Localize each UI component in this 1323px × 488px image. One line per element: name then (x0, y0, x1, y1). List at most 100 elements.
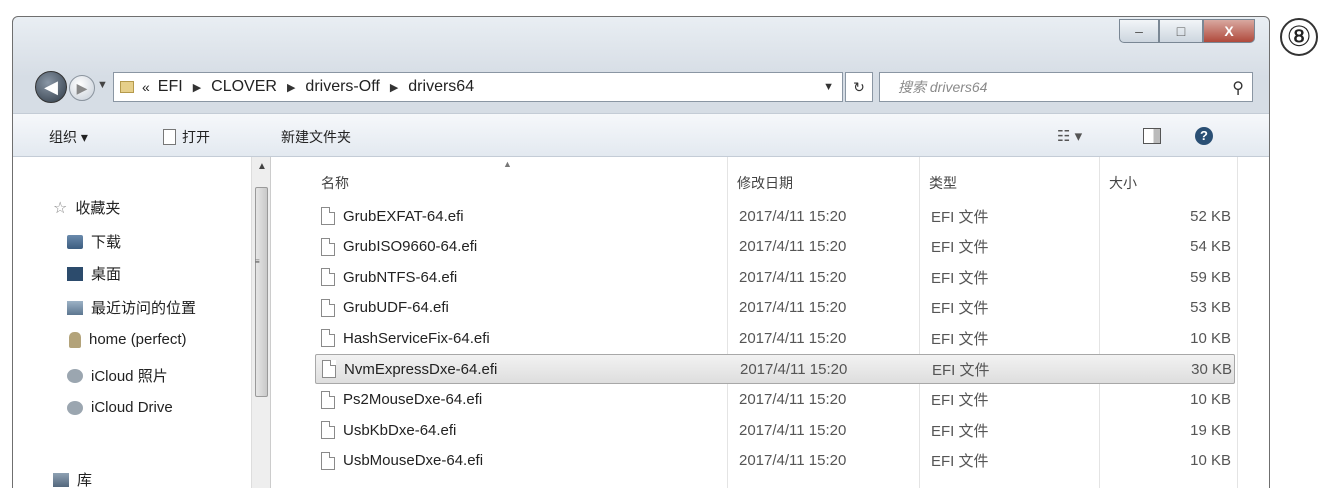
nav-item-recent-places[interactable]: 最近访问的位置 (67, 297, 196, 318)
address-bar[interactable]: « EFI ▶ CLOVER ▶ drivers-Off ▶ drivers64… (113, 72, 843, 102)
user-folder-icon (69, 331, 81, 348)
nav-item-label: 最近访问的位置 (91, 300, 197, 317)
refresh-button[interactable]: ↻ (845, 72, 873, 102)
caption-buttons: – □ X (1119, 19, 1255, 43)
file-list: ▲ 名称 修改日期 类型 大小 GrubEXFAT-64.efi 2017/4/1… (271, 157, 1269, 488)
file-type: EFI 文件 (931, 422, 989, 440)
step-number-marker: ⑧ (1280, 18, 1318, 56)
minimize-button[interactable]: – (1119, 19, 1159, 43)
forward-button[interactable]: ▶ (69, 75, 95, 101)
table-row[interactable]: GrubNTFS-64.efi 2017/4/11 15:20 EFI 文件 59 K… (315, 262, 1235, 292)
column-divider[interactable] (1237, 157, 1238, 488)
nav-item-libraries[interactable]: 库 (53, 469, 92, 488)
nav-item-icloud-drive[interactable]: iCloud Drive (67, 399, 173, 416)
file-size: 19 KB (1190, 421, 1231, 439)
file-name: GrubEXFAT-64.efi (343, 207, 464, 225)
change-view-button[interactable]: ☷ ▾ (1057, 127, 1082, 145)
sort-ascending-icon: ▲ (503, 159, 512, 169)
navigation-pane: ☆ 收藏夹 下载 桌面 最近访问的位置 home (perfect) iClou… (13, 157, 251, 488)
file-icon (321, 329, 335, 348)
nav-item-icloud-photos[interactable]: iCloud 照片 (67, 365, 168, 386)
nav-item-desktop[interactable]: 桌面 (67, 263, 121, 284)
nav-item-label: 下载 (91, 234, 122, 251)
back-arrow-icon: ◀ (44, 77, 58, 97)
file-type: EFI 文件 (931, 330, 989, 348)
nav-item-home[interactable]: home (perfect) (69, 331, 187, 348)
file-icon (321, 207, 335, 225)
file-size: 10 KB (1190, 329, 1231, 347)
breadcrumb-separator-icon[interactable]: ▶ (287, 81, 295, 94)
address-dropdown-icon[interactable]: ▼ (823, 81, 834, 93)
star-icon: ☆ (53, 199, 68, 217)
column-header-size[interactable]: 大小 (1109, 173, 1137, 193)
recent-places-icon (67, 300, 83, 315)
column-header-type[interactable]: 类型 (929, 173, 957, 193)
table-row[interactable]: Ps2MouseDxe-64.efi 2017/4/11 15:20 EFI 文件 1… (315, 385, 1235, 415)
file-type: EFI 文件 (931, 208, 989, 226)
search-icon[interactable]: ⚲ (1232, 75, 1244, 103)
close-button[interactable]: X (1203, 19, 1255, 43)
file-date-modified: 2017/4/11 15:20 (739, 421, 847, 439)
file-date-modified: 2017/4/11 15:20 (739, 268, 847, 286)
table-row[interactable]: GrubEXFAT-64.efi 2017/4/11 15:20 EFI 文件 52 … (315, 201, 1235, 231)
table-row[interactable]: GrubUDF-64.efi 2017/4/11 15:20 EFI 文件 53 KB (315, 293, 1235, 323)
scrollbar-grip-icon: ≡ (255, 257, 260, 266)
file-name: HashServiceFix-64.efi (343, 329, 490, 347)
preview-pane-icon[interactable] (1143, 128, 1161, 144)
file-size: 54 KB (1190, 238, 1231, 256)
breadcrumb-drivers64[interactable]: drivers64 (408, 78, 474, 96)
file-date-modified: 2017/4/11 15:20 (740, 360, 848, 378)
file-icon (321, 451, 335, 470)
scrollbar-thumb[interactable] (255, 187, 268, 397)
nav-item-label: home (perfect) (89, 331, 187, 348)
back-button[interactable]: ◀ (35, 71, 67, 103)
file-name: UsbKbDxe-64.efi (343, 421, 457, 439)
table-row[interactable]: NvmExpressDxe-64.efi 2017/4/11 15:20 EFI 文… (315, 354, 1235, 384)
file-size: 53 KB (1190, 299, 1231, 317)
icloud-drive-icon (67, 400, 83, 415)
nav-pane-scrollbar[interactable]: ▲ ≡ (251, 157, 271, 488)
breadcrumb-overflow[interactable]: « (142, 79, 150, 95)
column-header-date[interactable]: 修改日期 (737, 173, 793, 193)
file-name: GrubUDF-64.efi (343, 299, 449, 317)
organize-button[interactable]: 组织 ▾ (49, 127, 88, 147)
search-placeholder: 搜索 drivers64 (898, 79, 988, 95)
maximize-button[interactable]: □ (1159, 19, 1203, 43)
file-icon (321, 237, 335, 256)
file-size: 59 KB (1190, 268, 1231, 286)
command-bar: 组织 ▾ 打开 新建文件夹 ☷ ▾ ? (13, 113, 1269, 157)
nav-item-label: iCloud Drive (91, 399, 173, 416)
recent-pages-dropdown[interactable]: ▼ (97, 79, 108, 91)
breadcrumb-separator-icon[interactable]: ▶ (390, 81, 398, 94)
download-folder-icon (67, 234, 83, 249)
file-size: 10 KB (1190, 452, 1231, 470)
nav-item-label: 收藏夹 (75, 200, 121, 217)
file-name: GrubNTFS-64.efi (343, 268, 458, 286)
open-button[interactable]: 打开 (163, 127, 210, 147)
file-icon (321, 421, 335, 440)
file-date-modified: 2017/4/11 15:20 (739, 299, 847, 317)
column-header-name[interactable]: 名称 (321, 173, 349, 193)
file-date-modified: 2017/4/11 15:20 (739, 329, 847, 347)
breadcrumb-efi[interactable]: EFI (158, 78, 183, 96)
new-folder-button[interactable]: 新建文件夹 (281, 127, 351, 147)
nav-item-downloads[interactable]: 下载 (67, 231, 121, 252)
scroll-up-icon[interactable]: ▲ (257, 161, 267, 172)
breadcrumb-separator-icon[interactable]: ▶ (193, 81, 201, 94)
table-row[interactable]: UsbKbDxe-64.efi 2017/4/11 15:20 EFI 文件 19 K… (315, 415, 1235, 445)
nav-item-favorites[interactable]: ☆ 收藏夹 (53, 197, 120, 218)
file-icon (321, 390, 335, 409)
file-icon (322, 360, 336, 378)
table-row[interactable]: UsbMouseDxe-64.efi 2017/4/11 15:20 EFI 文件 1… (315, 446, 1235, 476)
breadcrumb-drivers-off[interactable]: drivers-Off (305, 78, 379, 96)
file-type: EFI 文件 (931, 392, 989, 410)
breadcrumb-clover[interactable]: CLOVER (211, 78, 277, 96)
file-type: EFI 文件 (932, 361, 990, 379)
table-row[interactable]: HashServiceFix-64.efi 2017/4/11 15:20 EFI … (315, 323, 1235, 353)
document-icon (163, 129, 176, 145)
help-icon[interactable]: ? (1195, 127, 1213, 145)
search-input[interactable]: 搜索 drivers64 ⚲ (879, 72, 1253, 102)
table-row[interactable]: GrubISO9660-64.efi 2017/4/11 15:20 EFI 文件 5… (315, 232, 1235, 262)
file-name: Ps2MouseDxe-64.efi (343, 391, 483, 409)
file-date-modified: 2017/4/11 15:20 (739, 452, 847, 470)
